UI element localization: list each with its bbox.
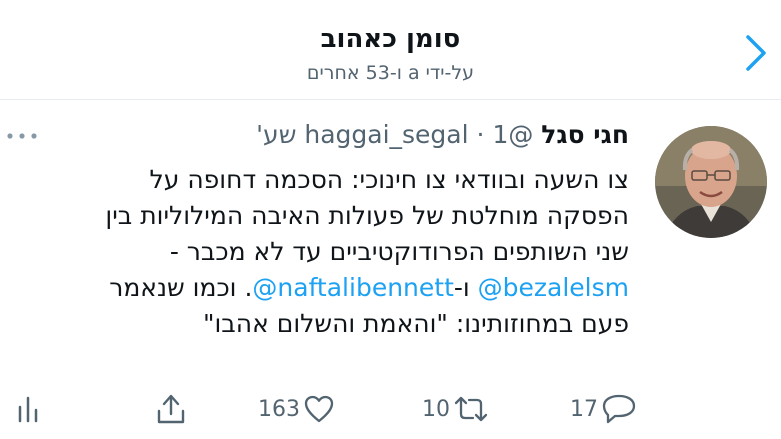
analytics-button[interactable] xyxy=(16,384,40,434)
header-title: סומן כאהוב xyxy=(320,24,461,54)
mention-link[interactable]: @naftalibennett xyxy=(252,273,453,302)
like-button[interactable]: 163 xyxy=(258,384,334,434)
header: סומן כאהוב על-ידי a ו-53 אחרים xyxy=(0,0,781,100)
tweet-line: שני השותפים הפרודוקטיביים עד לא מכבר - xyxy=(169,237,629,266)
tweet-line-mentions: @bezalelsm ו-@naftalibennett. וכמו שנאמר xyxy=(19,270,629,306)
retweet-count: 10 xyxy=(422,396,450,422)
tweet-line: צו השעה ובוודאי צו חינוכי: הסכמה דחופה ע… xyxy=(149,165,629,194)
retweet-button[interactable]: 10 xyxy=(422,384,488,434)
header-subtitle[interactable]: על-ידי a ו-53 אחרים xyxy=(0,62,781,84)
retweet-icon xyxy=(454,396,488,422)
share-button[interactable] xyxy=(156,384,186,434)
meta-separator: · xyxy=(476,120,485,149)
reply-icon xyxy=(602,394,636,424)
chevron-right-icon[interactable] xyxy=(745,34,767,72)
reply-count: 17 xyxy=(570,396,598,422)
more-dots-icon[interactable] xyxy=(4,128,40,144)
avatar[interactable] xyxy=(655,126,767,238)
author-name[interactable]: חגי סגל xyxy=(541,120,629,149)
like-count: 163 xyxy=(258,396,300,422)
action-bar: 163 10 17 xyxy=(0,384,781,434)
tweet-text-fragment: . וכמו שנאמר xyxy=(109,273,253,302)
tweet-line: הפסקה מוחלטת של פעולות האיבה המילוליות ב… xyxy=(105,201,629,230)
reply-button[interactable]: 17 xyxy=(570,384,636,434)
mention-conjunction: ו- xyxy=(453,273,478,302)
tweet-text: צו השעה ובוודאי צו חינוכי: הסכמה דחופה ע… xyxy=(19,162,629,342)
tweet-line: פעם במחוזותינו: "והאמת והשלום אהבו" xyxy=(203,309,629,338)
share-icon xyxy=(157,394,185,424)
mention-link[interactable]: @bezalelsm xyxy=(478,273,629,302)
analytics-icon xyxy=(18,396,38,423)
heart-icon xyxy=(304,395,334,423)
tweet-meta: חגי סגל @haggai_segal · 1 שע' xyxy=(256,118,629,152)
